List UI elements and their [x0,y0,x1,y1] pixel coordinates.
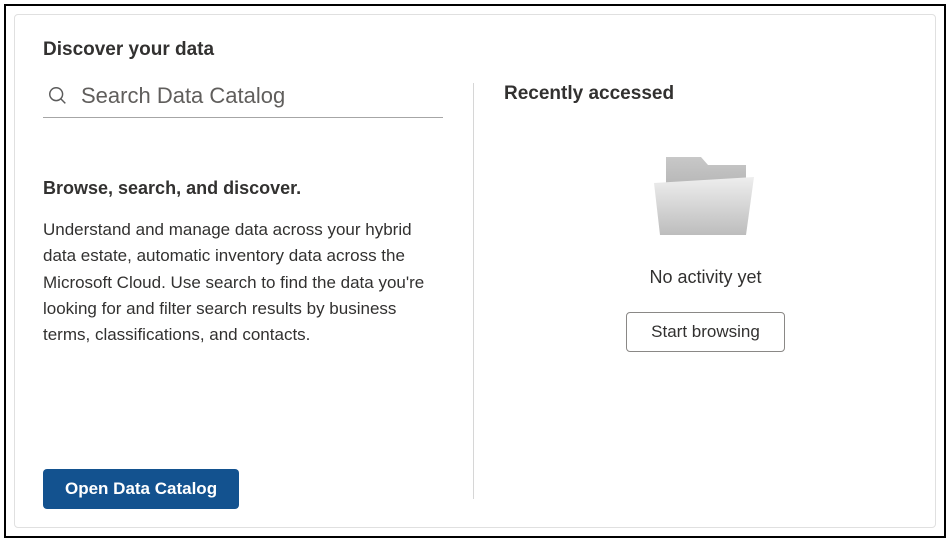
discover-data-card: Discover your data Browse, search, and d… [14,14,936,528]
folder-open-icon [646,145,766,245]
recently-accessed-title: Recently accessed [504,83,907,105]
open-data-catalog-button[interactable]: Open Data Catalog [43,469,239,509]
card-title: Discover your data [43,39,907,61]
search-input[interactable] [81,83,443,109]
empty-state: No activity yet Start browsing [504,145,907,352]
info-subheading: Browse, search, and discover. [43,178,443,199]
info-description: Understand and manage data across your h… [43,217,443,349]
search-field-wrap[interactable] [43,83,443,118]
left-column: Browse, search, and discover. Understand… [43,83,473,509]
right-column: Recently accessed [474,83,907,509]
search-icon [47,85,69,107]
start-browsing-button[interactable]: Start browsing [626,312,785,352]
empty-state-text: No activity yet [649,267,761,288]
